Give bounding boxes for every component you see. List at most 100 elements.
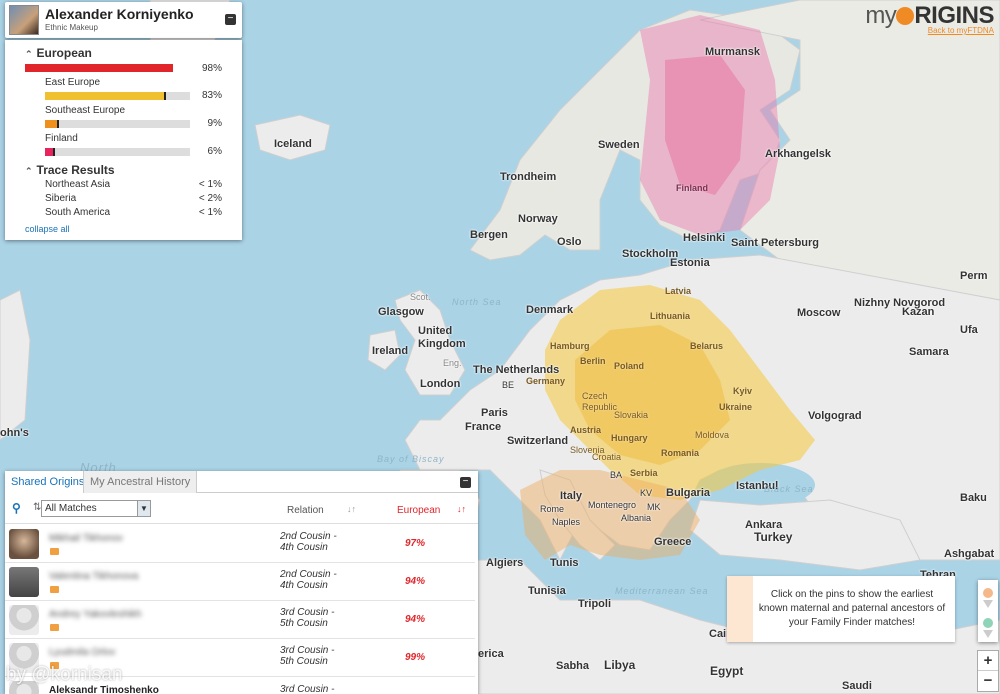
profile-header: Alexander Korniyenko Ethnic Makeup −: [5, 2, 242, 38]
trace-label-siberia[interactable]: Siberia: [45, 193, 76, 204]
map-label-poland: Poland: [614, 361, 645, 371]
map-label-kv: KV: [640, 488, 653, 498]
map-label-romania: Romania: [661, 448, 700, 458]
pins-info-text: Click on the pins to show the earliest k…: [758, 589, 946, 628]
map-label-paris: Paris: [481, 407, 508, 419]
map-label-belarus: Belarus: [690, 341, 724, 351]
brand-my: my: [865, 2, 897, 29]
back-to-myftdna-link[interactable]: Back to myFTDNA: [928, 26, 994, 35]
european-bar: [25, 64, 176, 72]
trace-results-header[interactable]: ⌃ Trace Results: [25, 163, 115, 177]
match-relation: 2nd Cousin -4th Cousin: [280, 531, 337, 553]
map-label-mediterranean: Mediterranean Sea: [615, 586, 709, 596]
map-label-tunis: Tunis: [550, 557, 579, 569]
map-label-sabha: Sabha: [556, 660, 590, 672]
paternal-pin-icon[interactable]: [983, 618, 993, 628]
sort-relation-icon[interactable]: ↓↑: [347, 504, 356, 514]
maternal-pin-icon[interactable]: [983, 588, 993, 598]
map-label-kyiv: Kyiv: [733, 386, 753, 396]
map-label-moscow: Moscow: [797, 307, 841, 319]
map-label-volgograd: Volgograd: [808, 410, 862, 422]
match-name[interactable]: Aleksandr Timoshenko: [49, 685, 159, 694]
region-bar-finland: [45, 148, 190, 156]
tab-my-ancestral-history[interactable]: My Ancestral History: [83, 471, 198, 493]
caret-up-icon: ⌃: [25, 49, 33, 59]
match-photo: [9, 605, 39, 635]
brand-rigins: RIGINS: [914, 2, 994, 29]
map-label-bergen: Bergen: [470, 229, 508, 241]
match-name[interactable]: Lyudmila Orlov: [49, 647, 115, 658]
map-label-france: France: [465, 421, 502, 433]
tab-shared-origins[interactable]: Shared Origins: [5, 471, 91, 493]
match-row[interactable]: Valentina Tikhonova 2nd Cousin -4th Cous…: [5, 563, 475, 601]
european-percent: 98%: [201, 63, 222, 74]
match-name[interactable]: Valentina Tikhonova: [49, 571, 138, 582]
pins-toolbar: [978, 580, 998, 642]
map-label-saudi: Saudi: [842, 680, 872, 692]
map-label-murmansk: Murmansk: [705, 46, 761, 58]
column-header-european[interactable]: European: [397, 505, 440, 516]
trace-label-northeast-asia[interactable]: Northeast Asia: [45, 179, 110, 190]
region-label-southeast-europe[interactable]: Southeast Europe: [45, 105, 125, 116]
match-name[interactable]: Andrey Yakovleshikh: [49, 609, 141, 620]
match-relation: 3rd Cousin -5th Cousin: [280, 607, 334, 629]
european-section-header[interactable]: ⌃ European: [25, 46, 92, 60]
region-percent-finland: 6%: [207, 146, 222, 157]
map-label-northsea: North Sea: [452, 297, 502, 307]
map-label-helsinki: Helsinki: [683, 232, 726, 244]
zoom-in-button[interactable]: +: [978, 651, 998, 671]
zoom-out-button[interactable]: −: [978, 671, 998, 691]
map-label-ufa: Ufa: [960, 324, 978, 336]
european-label: European: [36, 46, 92, 60]
match-type-icon: [50, 624, 59, 631]
map-label-tunisia: Tunisia: [528, 585, 566, 597]
map-label-montenegro: Montenegro: [588, 500, 637, 510]
map-label-ireland: Ireland: [372, 345, 409, 357]
match-name[interactable]: Mikhail Tikhonov: [49, 533, 123, 544]
map-label-greece: Greece: [654, 536, 692, 548]
region-bar-marker: [52, 148, 55, 156]
map-label-bulgaria: Bulgaria: [666, 487, 711, 499]
map-label-germany: Germany: [526, 376, 566, 386]
map-label-switzerland: Switzerland: [507, 435, 569, 447]
map-label-slovakia: Slovakia: [614, 410, 649, 420]
info-stripe: [727, 576, 753, 642]
region-label-finland[interactable]: Finland: [45, 133, 78, 144]
relation-line-1: 3rd Cousin -: [280, 684, 335, 694]
shared-origins-panel: Shared Origins My Ancestral History − ⚲ …: [5, 471, 478, 694]
sort-european-icon[interactable]: ↓↑: [457, 504, 466, 514]
maternal-pin-tail-icon: [983, 600, 993, 608]
match-relation: 3rd Cousin -5th Cousin: [280, 645, 334, 667]
map-label-baku: Baku: [960, 492, 987, 504]
relation-line-1: 3rd Cousin -: [280, 607, 335, 618]
match-row[interactable]: Andrey Yakovleshikh 3rd Cousin -5th Cous…: [5, 601, 475, 639]
map-label-moldova: Moldova: [695, 430, 730, 440]
match-row[interactable]: Mikhail Tikhonov 2nd Cousin -4th Cousin …: [5, 525, 475, 563]
filter-search-icon[interactable]: ⚲: [12, 501, 21, 515]
relation-line-2: 4th Cousin: [280, 542, 328, 553]
map-label-sweden: Sweden: [598, 139, 640, 151]
map-label-croatia: Croatia: [592, 452, 622, 462]
map-label-czech: Czech Republic: [582, 391, 618, 412]
match-relation: 3rd Cousin -: [280, 684, 334, 694]
minimize-shared-button[interactable]: −: [460, 477, 471, 488]
match-european-percent: 97%: [405, 538, 426, 549]
collapse-all-link[interactable]: collapse all: [25, 224, 70, 234]
match-european-percent: 94%: [405, 614, 426, 625]
map-label-ukraine: Ukraine: [719, 402, 753, 412]
map-label-perm: Perm: [960, 270, 988, 282]
map-label-albania: Albania: [621, 513, 652, 523]
column-header-relation[interactable]: Relation: [287, 505, 324, 516]
relation-line-2: 4th Cousin: [280, 580, 328, 591]
matches-filter-select[interactable]: All Matches ▼: [41, 500, 151, 517]
map-label-erica: erica: [478, 648, 504, 660]
minimize-profile-button[interactable]: −: [225, 14, 236, 25]
region-bar-fill: [45, 92, 166, 100]
trace-label-south-america[interactable]: South America: [45, 207, 110, 218]
map-label-finland: Finland: [676, 183, 708, 193]
region-label-east-europe[interactable]: East Europe: [45, 77, 100, 88]
map-label-rome: Rome: [540, 504, 565, 514]
map-label-tripoli: Tripoli: [578, 598, 611, 610]
match-type-icon: [50, 548, 59, 555]
map-label-naples: Naples: [552, 517, 581, 527]
